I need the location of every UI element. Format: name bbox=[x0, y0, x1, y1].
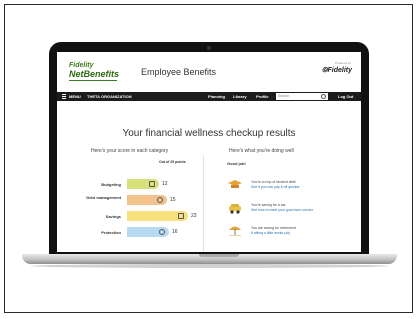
score-section-heading: Here's your score in each category bbox=[91, 148, 169, 154]
brand-name: Fidelity bbox=[327, 67, 352, 74]
top-nav-bar: MENU THETA ORGANIZATION Planning Library… bbox=[57, 92, 361, 101]
score-label-budgeting: Budgeting bbox=[101, 182, 121, 187]
message-link-car[interactable]: See how to meet your goal even sooner. bbox=[251, 208, 314, 212]
score-value-debt-management: 15 bbox=[170, 197, 176, 203]
score-label-debt-management: Debt management bbox=[86, 195, 121, 200]
search-icon[interactable] bbox=[321, 94, 326, 99]
score-value-budgeting: 12 bbox=[162, 181, 168, 187]
message-link-retirement[interactable]: If sitting a little works (ok) bbox=[251, 231, 290, 235]
percent-icon bbox=[157, 197, 163, 203]
camera-icon bbox=[207, 46, 211, 50]
graduation-cap-icon bbox=[228, 180, 242, 188]
laptop-notch bbox=[199, 254, 239, 257]
laptop-shadow bbox=[30, 264, 389, 268]
powered-by-text: Powered by bbox=[335, 61, 351, 65]
safe-icon bbox=[178, 213, 184, 219]
score-label-protection: Protection bbox=[101, 230, 121, 235]
calculator-icon bbox=[149, 181, 155, 187]
logout-link[interactable]: Log Out bbox=[338, 94, 353, 99]
message-title-car: You're saving for a car. bbox=[251, 203, 287, 207]
laptop-base bbox=[22, 254, 397, 264]
header-title: Employee Benefits bbox=[141, 67, 217, 77]
search-input[interactable]: Search bbox=[276, 93, 328, 100]
laptop-lid: Fidelity NetBenefits Employee Benefits P… bbox=[49, 42, 369, 254]
site-header: Fidelity NetBenefits Employee Benefits P… bbox=[57, 52, 361, 86]
gear-shield-icon bbox=[159, 229, 165, 235]
good-job-label: Good job! bbox=[227, 161, 246, 166]
laptop-screen: Fidelity NetBenefits Employee Benefits P… bbox=[57, 52, 361, 252]
column-divider bbox=[203, 155, 204, 252]
nav-link-library[interactable]: Library bbox=[233, 94, 247, 99]
car-icon bbox=[229, 204, 241, 214]
fidelity-brand-logo: ⦾Fidelity bbox=[321, 67, 352, 74]
page-title: Your financial wellness checkup results bbox=[122, 128, 296, 139]
logo-underline bbox=[69, 80, 117, 81]
score-label-savings: Savings bbox=[105, 214, 121, 219]
out-of-points-label: Out of 25 points bbox=[159, 160, 186, 164]
message-link-student-debt[interactable]: See if you can pay it off quicker. bbox=[251, 185, 300, 189]
score-bar-debt-management bbox=[127, 195, 167, 205]
nav-link-planning[interactable]: Planning bbox=[208, 94, 225, 99]
score-bar-budgeting bbox=[127, 179, 159, 189]
logo-netbenefits[interactable]: NetBenefits bbox=[69, 69, 119, 79]
logo-fidelity[interactable]: Fidelity bbox=[69, 62, 94, 69]
message-title-student-debt: You're on top of student debt. bbox=[251, 180, 297, 184]
strengths-section-heading: Here's what you're doing well bbox=[229, 148, 294, 154]
score-bar-protection bbox=[127, 227, 169, 237]
nav-link-profile[interactable]: Profile bbox=[256, 94, 268, 99]
search-placeholder: Search bbox=[278, 94, 290, 98]
score-value-protection: 16 bbox=[172, 229, 178, 235]
beach-umbrella-icon bbox=[229, 226, 241, 236]
message-title-retirement: You are saving for retirement. bbox=[251, 226, 297, 230]
menu-icon[interactable] bbox=[62, 94, 66, 99]
menu-button[interactable]: MENU bbox=[69, 94, 81, 99]
org-name: THETA ORGANIZATION bbox=[87, 94, 132, 99]
score-bar-savings bbox=[127, 211, 188, 221]
score-value-savings: 23 bbox=[191, 213, 197, 219]
